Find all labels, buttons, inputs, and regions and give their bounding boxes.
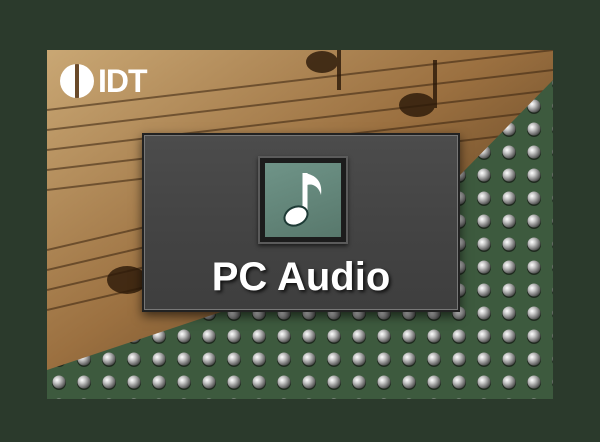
- idt-logo-mark: [60, 64, 94, 98]
- title-panel: PC Audio: [142, 133, 460, 312]
- background-artwork: IDT PC Audio: [47, 50, 553, 399]
- icon-frame: [258, 156, 348, 244]
- music-note-icon: [283, 173, 322, 227]
- icon-background: [265, 163, 341, 237]
- page-title: PC Audio: [211, 255, 391, 299]
- frame-border: IDT PC Audio: [0, 0, 600, 442]
- idt-logo: IDT: [60, 63, 148, 99]
- logo-text: IDT: [98, 62, 148, 99]
